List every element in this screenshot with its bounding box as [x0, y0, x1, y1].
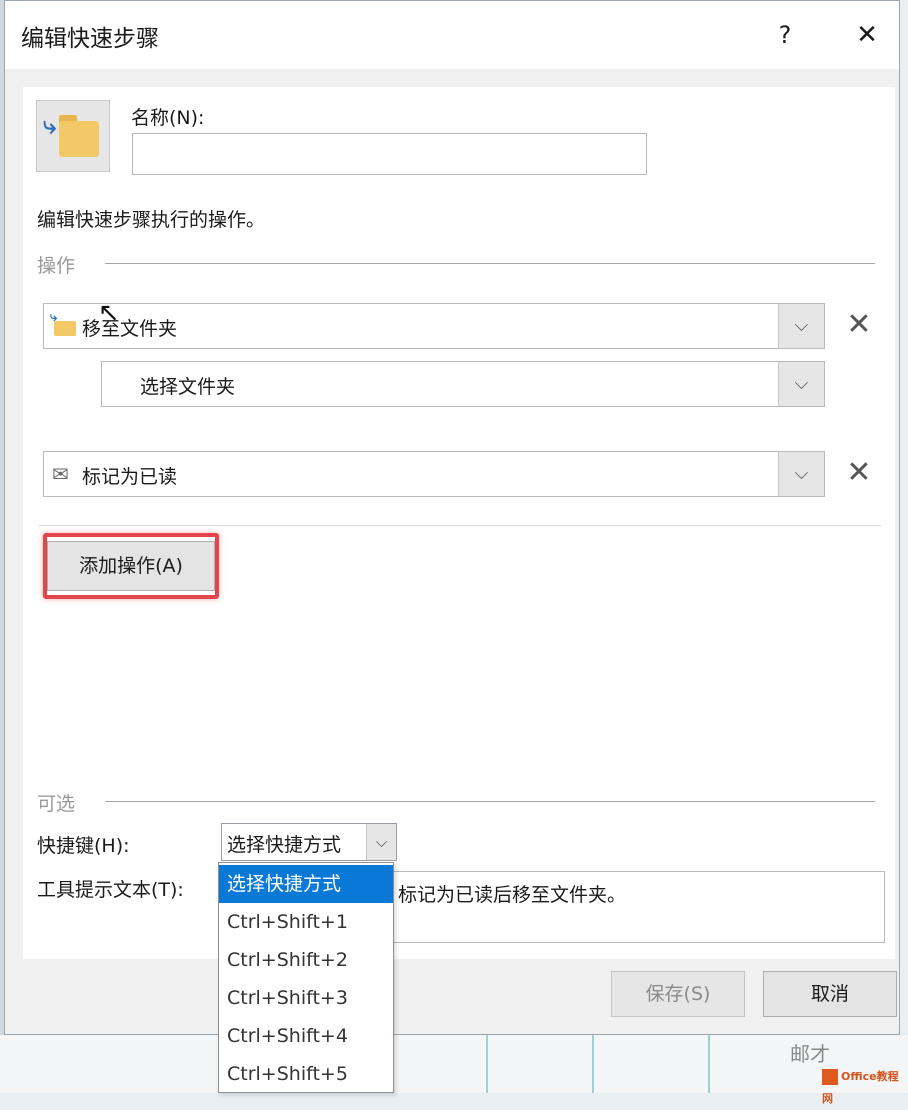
folder-move-icon: ⤷ — [50, 310, 76, 336]
actions-separator — [39, 525, 881, 526]
chevron-down-icon[interactable]: ⌵ — [366, 824, 396, 860]
watermark-text: 邮才 — [790, 1042, 830, 1066]
action-1-value: 移至文件夹 — [82, 318, 178, 340]
title-bar: 编辑快速步骤 ? ✕ — [5, 1, 899, 69]
dialog-title: 编辑快速步骤 — [21, 26, 159, 52]
edit-quick-step-dialog: 编辑快速步骤 ? ✕ ⤷ 名称(N): 编辑快速步骤执行的操作。 操作 ⤷ 移至… — [4, 0, 900, 1035]
delete-action-1-button[interactable]: ✕ — [839, 305, 879, 345]
chevron-down-icon[interactable]: ⌵ — [778, 304, 824, 348]
hotkey-option[interactable]: Ctrl+Shift+4 — [219, 1017, 393, 1055]
action-1-folder-value: 选择文件夹 — [140, 376, 236, 398]
quick-step-icon-button[interactable]: ⤷ — [36, 100, 110, 172]
tooltip-label: 工具提示文本(T): — [37, 879, 184, 901]
chevron-down-icon[interactable]: ⌵ — [778, 452, 824, 496]
background-grid-line — [592, 1035, 594, 1093]
help-button[interactable]: ? — [765, 15, 805, 55]
description-text: 编辑快速步骤执行的操作。 — [37, 209, 266, 231]
background-grid-line — [708, 1035, 710, 1093]
hotkey-option[interactable]: 选择快捷方式 — [219, 865, 393, 903]
hotkey-label: 快捷键(H): — [37, 835, 130, 857]
office-logo-icon — [822, 1069, 838, 1085]
actions-group-label: 操作 — [37, 255, 76, 277]
background-app-grid — [0, 1035, 908, 1093]
envelope-open-icon: ✉ — [52, 462, 69, 486]
background-grid-line — [486, 1035, 488, 1093]
folder-icon — [59, 121, 99, 157]
name-input[interactable] — [132, 133, 647, 175]
hotkey-dropdown-list: 选择快捷方式 Ctrl+Shift+1 Ctrl+Shift+2 Ctrl+Sh… — [218, 862, 394, 1093]
tooltip-text-value: 标记为已读后移至文件夹。 — [398, 884, 627, 906]
hotkey-option[interactable]: Ctrl+Shift+1 — [219, 903, 393, 941]
cancel-button[interactable]: 取消 — [763, 971, 897, 1017]
optional-group-divider — [105, 801, 875, 802]
mouse-cursor-icon: ↖ — [98, 298, 120, 328]
optional-group-label: 可选 — [37, 793, 76, 815]
action-2-value: 标记为已读 — [82, 466, 178, 488]
watermark-logo: Office教程网 — [822, 1066, 904, 1105]
save-button[interactable]: 保存(S) — [611, 971, 745, 1017]
action-1-select[interactable]: ⤷ 移至文件夹 ⌵ — [43, 303, 825, 349]
action-1-folder-select[interactable]: 选择文件夹 ⌵ — [101, 361, 825, 407]
content-panel: ⤷ 名称(N): 编辑快速步骤执行的操作。 操作 ⤷ 移至文件夹 ⌵ ✕ 选择文… — [23, 87, 895, 959]
hotkey-option[interactable]: Ctrl+Shift+2 — [219, 941, 393, 979]
actions-group-divider — [105, 263, 875, 264]
name-label: 名称(N): — [131, 107, 205, 129]
close-button[interactable]: ✕ — [847, 15, 887, 55]
chevron-down-icon[interactable]: ⌵ — [778, 362, 824, 406]
hotkey-select[interactable]: 选择快捷方式 ⌵ — [221, 823, 397, 861]
delete-action-2-button[interactable]: ✕ — [839, 453, 879, 493]
hotkey-value: 选择快捷方式 — [227, 834, 342, 856]
hotkey-option[interactable]: Ctrl+Shift+3 — [219, 979, 393, 1017]
move-arrow-icon: ⤷ — [43, 111, 57, 139]
hotkey-option[interactable]: Ctrl+Shift+5 — [219, 1055, 393, 1093]
action-2-select[interactable]: ✉ 标记为已读 ⌵ — [43, 451, 825, 497]
highlight-box — [43, 533, 219, 599]
